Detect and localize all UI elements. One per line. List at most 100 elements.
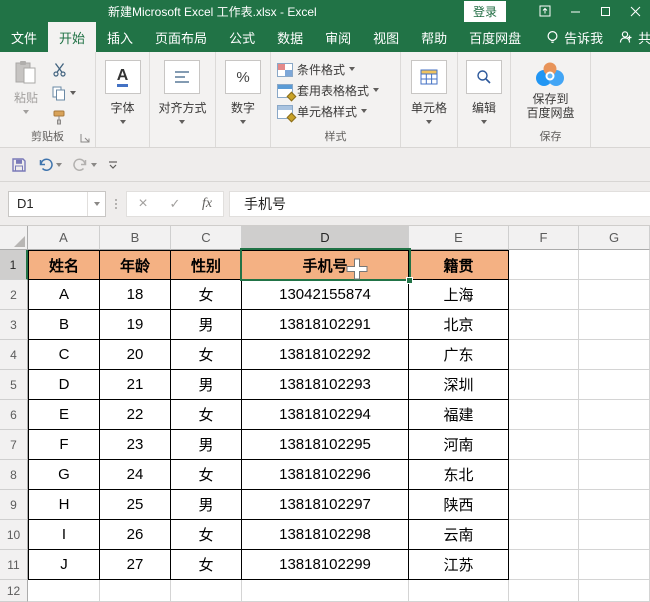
cell-A2[interactable]: A (28, 280, 100, 310)
tab-数据[interactable]: 数据 (266, 22, 314, 52)
cell-C1[interactable]: 性别 (171, 250, 242, 280)
cell-G1[interactable] (579, 250, 650, 280)
cell-C12[interactable] (171, 580, 242, 602)
cell-D7[interactable]: 13818102295 (242, 430, 409, 460)
cell-C11[interactable]: 女 (171, 550, 242, 580)
cell-B6[interactable]: 22 (100, 400, 171, 430)
cell-E7[interactable]: 河南 (409, 430, 509, 460)
select-all-corner[interactable] (0, 226, 28, 250)
cell-D5[interactable]: 13818102293 (242, 370, 409, 400)
cell-F5[interactable] (509, 370, 579, 400)
cell-A3[interactable]: B (28, 310, 100, 340)
cell-C10[interactable]: 女 (171, 520, 242, 550)
cell-E4[interactable]: 广东 (409, 340, 509, 370)
name-box[interactable]: D1 (8, 190, 106, 217)
cell-D3[interactable]: 13818102291 (242, 310, 409, 340)
cell-B1[interactable]: 年龄 (100, 250, 171, 280)
cut-button[interactable] (52, 60, 76, 78)
font-group-button[interactable]: A 字体 (104, 52, 141, 147)
cell-G9[interactable] (579, 490, 650, 520)
tab-公式[interactable]: 公式 (218, 22, 266, 52)
editing-group-button[interactable]: 编辑 (466, 52, 502, 147)
cell-F6[interactable] (509, 400, 579, 430)
tab-视图[interactable]: 视图 (362, 22, 410, 52)
row-header-1[interactable]: 1 (0, 250, 28, 280)
row-header-9[interactable]: 9 (0, 490, 28, 520)
customize-qat-button[interactable] (104, 156, 122, 174)
cell-G11[interactable] (579, 550, 650, 580)
row-header-5[interactable]: 5 (0, 370, 28, 400)
cell-D10[interactable]: 13818102298 (242, 520, 409, 550)
cell-D4[interactable]: 13818102292 (242, 340, 409, 370)
name-box-dropdown-icon[interactable] (87, 191, 105, 216)
cell-F4[interactable] (509, 340, 579, 370)
cell-D12[interactable] (242, 580, 409, 602)
row-header-12[interactable]: 12 (0, 580, 28, 602)
cell-G8[interactable] (579, 460, 650, 490)
cell-B9[interactable]: 25 (100, 490, 171, 520)
col-header-B[interactable]: B (100, 226, 171, 250)
copy-button[interactable] (52, 84, 76, 102)
cell-A9[interactable]: H (28, 490, 100, 520)
cell-B5[interactable]: 21 (100, 370, 171, 400)
redo-button[interactable] (69, 154, 100, 175)
cell-A7[interactable]: F (28, 430, 100, 460)
tab-页面布局[interactable]: 页面布局 (144, 22, 218, 52)
cell-D1[interactable]: 手机号 (242, 250, 409, 280)
cell-A10[interactable]: I (28, 520, 100, 550)
ribbon-display-options-icon[interactable] (530, 0, 560, 22)
tab-审阅[interactable]: 审阅 (314, 22, 362, 52)
share-button[interactable]: 共享 (611, 22, 650, 52)
undo-button[interactable] (34, 154, 65, 175)
cell-G2[interactable] (579, 280, 650, 310)
close-icon[interactable] (620, 0, 650, 22)
col-header-C[interactable]: C (171, 226, 242, 250)
cell-E9[interactable]: 陕西 (409, 490, 509, 520)
sign-in-button[interactable]: 登录 (463, 0, 506, 22)
cell-E6[interactable]: 福建 (409, 400, 509, 430)
cell-D8[interactable]: 13818102296 (242, 460, 409, 490)
clipboard-dialog-launcher-icon[interactable] (79, 131, 91, 143)
cell-E11[interactable]: 江苏 (409, 550, 509, 580)
tab-帮助[interactable]: 帮助 (410, 22, 458, 52)
save-button[interactable] (8, 154, 30, 176)
cells-group-button[interactable]: 单元格 (410, 52, 447, 147)
cell-E1[interactable]: 籍贯 (409, 250, 509, 280)
cell-F12[interactable] (509, 580, 579, 602)
formula-input[interactable]: 手机号 (229, 190, 650, 217)
format-as-table-button[interactable]: 套用表格格式 (277, 80, 380, 101)
cell-B8[interactable]: 24 (100, 460, 171, 490)
tab-开始[interactable]: 开始 (48, 22, 97, 52)
cell-C3[interactable]: 男 (171, 310, 242, 340)
format-painter-button[interactable] (52, 108, 76, 126)
cell-C7[interactable]: 男 (171, 430, 242, 460)
tell-me-box[interactable]: 告诉我 (538, 22, 611, 52)
cell-B3[interactable]: 19 (100, 310, 171, 340)
col-header-F[interactable]: F (509, 226, 579, 250)
cell-A5[interactable]: D (28, 370, 100, 400)
cell-A6[interactable]: E (28, 400, 100, 430)
col-header-E[interactable]: E (409, 226, 509, 250)
cell-G12[interactable] (579, 580, 650, 602)
cancel-entry-icon[interactable]: × (127, 195, 159, 213)
row-header-4[interactable]: 4 (0, 340, 28, 370)
paste-button[interactable]: 粘贴 (8, 60, 44, 114)
cell-D6[interactable]: 13818102294 (242, 400, 409, 430)
row-header-2[interactable]: 2 (0, 280, 28, 310)
cell-G7[interactable] (579, 430, 650, 460)
cell-B11[interactable]: 27 (100, 550, 171, 580)
cell-F9[interactable] (509, 490, 579, 520)
cell-B4[interactable]: 20 (100, 340, 171, 370)
cell-G5[interactable] (579, 370, 650, 400)
cell-A8[interactable]: G (28, 460, 100, 490)
cell-C8[interactable]: 女 (171, 460, 242, 490)
cell-C4[interactable]: 女 (171, 340, 242, 370)
cell-B10[interactable]: 26 (100, 520, 171, 550)
cell-G3[interactable] (579, 310, 650, 340)
cell-E5[interactable]: 深圳 (409, 370, 509, 400)
cell-C5[interactable]: 男 (171, 370, 242, 400)
row-header-11[interactable]: 11 (0, 550, 28, 580)
cell-E3[interactable]: 北京 (409, 310, 509, 340)
cell-C2[interactable]: 女 (171, 280, 242, 310)
cell-styles-button[interactable]: 单元格样式 (277, 101, 368, 122)
